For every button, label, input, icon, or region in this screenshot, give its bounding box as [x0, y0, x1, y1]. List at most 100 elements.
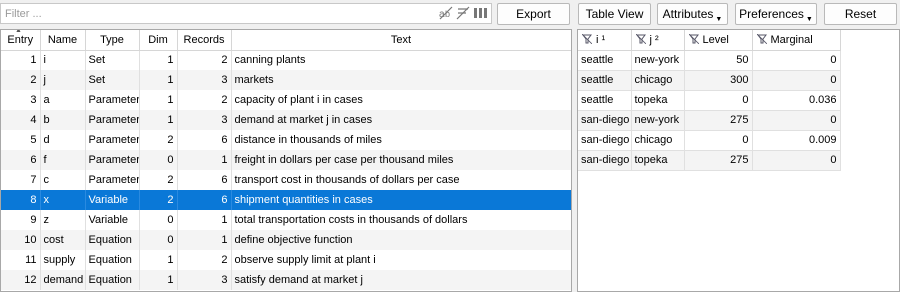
- dim-cell[interactable]: 2: [139, 170, 178, 190]
- name-cell[interactable]: cost: [40, 230, 86, 250]
- type-cell[interactable]: Parameter: [85, 150, 140, 170]
- type-cell[interactable]: Parameter: [85, 90, 140, 110]
- dim-cell[interactable]: 1: [139, 50, 178, 70]
- export-button[interactable]: Export: [497, 3, 570, 25]
- entry-cell[interactable]: 12: [1, 270, 41, 290]
- dim-cell[interactable]: 1: [139, 70, 178, 90]
- marginal-cell[interactable]: 0.036: [752, 90, 841, 111]
- name-cell[interactable]: demand: [40, 270, 86, 290]
- i-cell[interactable]: seattle: [578, 90, 632, 111]
- symbol-row[interactable]: 10 cost Equation 0 1 define objective functio…: [1, 230, 571, 250]
- j-cell[interactable]: chicago: [631, 70, 685, 91]
- record-row[interactable]: san-diego chicago 0 0.009: [578, 130, 841, 151]
- filter-icon[interactable]: [756, 33, 767, 45]
- name-cell[interactable]: b: [40, 110, 86, 130]
- records-cell[interactable]: 6: [177, 130, 232, 150]
- level-cell[interactable]: 275: [684, 150, 753, 171]
- type-cell[interactable]: Parameter: [85, 130, 140, 150]
- records-cell[interactable]: 2: [177, 50, 232, 70]
- entry-cell[interactable]: 2: [1, 70, 41, 90]
- text-cell[interactable]: canning plants: [231, 50, 571, 70]
- record-row[interactable]: seattle new-york 50 0: [578, 50, 841, 71]
- records-cell[interactable]: 1: [177, 150, 232, 170]
- marginal-cell[interactable]: 0: [752, 150, 841, 171]
- regex-toggle-icon[interactable]: [456, 6, 470, 20]
- type-cell[interactable]: Variable: [85, 210, 140, 230]
- column-header-j[interactable]: j ²: [631, 30, 685, 51]
- record-row[interactable]: san-diego topeka 275 0: [578, 150, 841, 171]
- text-cell[interactable]: observe supply limit at plant i: [231, 250, 571, 270]
- entry-cell[interactable]: 8: [1, 190, 41, 210]
- level-cell[interactable]: 275: [684, 110, 753, 131]
- j-cell[interactable]: new-york: [631, 110, 685, 131]
- records-cell[interactable]: 2: [177, 250, 232, 270]
- record-row[interactable]: seattle chicago 300 0: [578, 70, 841, 91]
- type-cell[interactable]: Equation: [85, 230, 140, 250]
- dim-cell[interactable]: 2: [139, 130, 178, 150]
- attributes-dropdown[interactable]: Attributes ▼: [657, 3, 728, 25]
- records-cell[interactable]: 3: [177, 110, 232, 130]
- marginal-cell[interactable]: 0.009: [752, 130, 841, 151]
- column-header-text[interactable]: Text: [231, 30, 571, 51]
- text-cell[interactable]: define objective function: [231, 230, 571, 250]
- entry-cell[interactable]: 11: [1, 250, 41, 270]
- name-cell[interactable]: c: [40, 170, 86, 190]
- records-cell[interactable]: 1: [177, 210, 232, 230]
- text-cell[interactable]: freight in dollars per case per thousand…: [231, 150, 571, 170]
- type-cell[interactable]: Set: [85, 70, 140, 90]
- name-cell[interactable]: a: [40, 90, 86, 110]
- column-header-type[interactable]: Type: [85, 30, 140, 51]
- level-cell[interactable]: 0: [684, 90, 753, 111]
- entry-cell[interactable]: 6: [1, 150, 41, 170]
- text-cell[interactable]: transport cost in thousands of dollars p…: [231, 170, 571, 190]
- records-cell[interactable]: 6: [177, 190, 232, 210]
- name-cell[interactable]: f: [40, 150, 86, 170]
- symbol-row[interactable]: 9 z Variable 0 1 total transportation costs i…: [1, 210, 571, 230]
- type-cell[interactable]: Parameter: [85, 170, 140, 190]
- marginal-cell[interactable]: 0: [752, 70, 841, 91]
- name-cell[interactable]: z: [40, 210, 86, 230]
- symbol-row[interactable]: 11 supply Equation 1 2 observe supply limit a…: [1, 250, 571, 270]
- records-cell[interactable]: 1: [177, 230, 232, 250]
- level-cell[interactable]: 0: [684, 130, 753, 151]
- symbol-row[interactable]: 5 d Parameter 2 6 distance in thousands of mi…: [1, 130, 571, 150]
- symbol-row[interactable]: 12 demand Equation 1 3 satisfy demand at mark…: [1, 270, 571, 290]
- filter-icon[interactable]: [581, 33, 593, 45]
- column-header-records[interactable]: Records: [177, 30, 232, 51]
- dim-cell[interactable]: 0: [139, 230, 178, 250]
- symbol-row[interactable]: 2 j Set 1 3 markets: [1, 70, 571, 90]
- column-header-dim[interactable]: Dim: [139, 30, 178, 51]
- dim-cell[interactable]: 2: [139, 190, 178, 210]
- marginal-cell[interactable]: 0: [752, 110, 841, 131]
- level-cell[interactable]: 50: [684, 50, 753, 71]
- i-cell[interactable]: san-diego: [578, 130, 632, 151]
- records-cell[interactable]: 6: [177, 170, 232, 190]
- i-cell[interactable]: seattle: [578, 50, 632, 71]
- column-header-entry[interactable]: ▲ Entry: [1, 30, 41, 51]
- text-cell[interactable]: demand at market j in cases: [231, 110, 571, 130]
- dim-cell[interactable]: 1: [139, 110, 178, 130]
- filter-icon[interactable]: [635, 33, 646, 45]
- i-cell[interactable]: san-diego: [578, 150, 632, 171]
- records-cell[interactable]: 2: [177, 90, 232, 110]
- symbol-row[interactable]: 7 c Parameter 2 6 transport cost in thousands…: [1, 170, 571, 190]
- name-cell[interactable]: supply: [40, 250, 86, 270]
- i-cell[interactable]: san-diego: [578, 110, 632, 131]
- dim-cell[interactable]: 1: [139, 250, 178, 270]
- entry-cell[interactable]: 3: [1, 90, 41, 110]
- column-header-level[interactable]: Level: [684, 30, 753, 51]
- j-cell[interactable]: new-york: [631, 50, 685, 71]
- type-cell[interactable]: Equation: [85, 250, 140, 270]
- type-cell[interactable]: Variable: [85, 190, 140, 210]
- records-cell[interactable]: 3: [177, 70, 232, 90]
- text-cell[interactable]: shipment quantities in cases: [231, 190, 571, 210]
- entry-cell[interactable]: 5: [1, 130, 41, 150]
- filter-input[interactable]: [1, 4, 421, 23]
- name-cell[interactable]: j: [40, 70, 86, 90]
- column-filter-icon[interactable]: [473, 6, 487, 20]
- text-cell[interactable]: satisfy demand at market j: [231, 270, 571, 290]
- case-sensitive-toggle-icon[interactable]: ab: [439, 6, 453, 20]
- i-cell[interactable]: seattle: [578, 70, 632, 91]
- entry-cell[interactable]: 1: [1, 50, 41, 70]
- symbol-row[interactable]: 1 i Set 1 2 canning plants: [1, 50, 571, 70]
